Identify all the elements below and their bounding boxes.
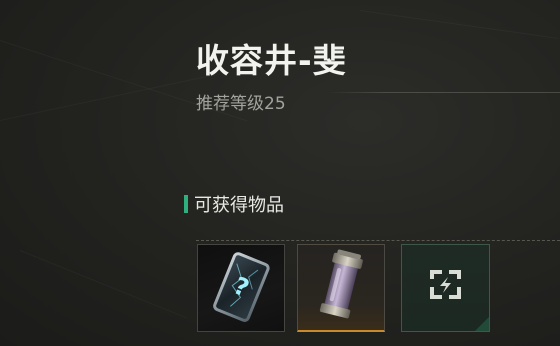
section-accent-bar [184, 195, 188, 213]
mystery-card-icon: ? [213, 252, 270, 322]
recommended-level: 推荐等级25 [196, 94, 286, 114]
rewards-section-title: 可获得物品 [194, 195, 284, 216]
rewards-divider [196, 240, 560, 241]
reward-item-mystery-card[interactable]: ? [197, 244, 285, 332]
reward-item-energy-capsule[interactable] [297, 244, 385, 332]
title-divider [328, 92, 560, 93]
stage-title: 收容井-斐 [196, 41, 347, 80]
slot-corner-accent [475, 317, 489, 331]
reward-item-exchange[interactable] [401, 244, 490, 332]
energy-capsule-icon [319, 249, 363, 319]
rewards-header: 可获得物品 [184, 194, 284, 216]
